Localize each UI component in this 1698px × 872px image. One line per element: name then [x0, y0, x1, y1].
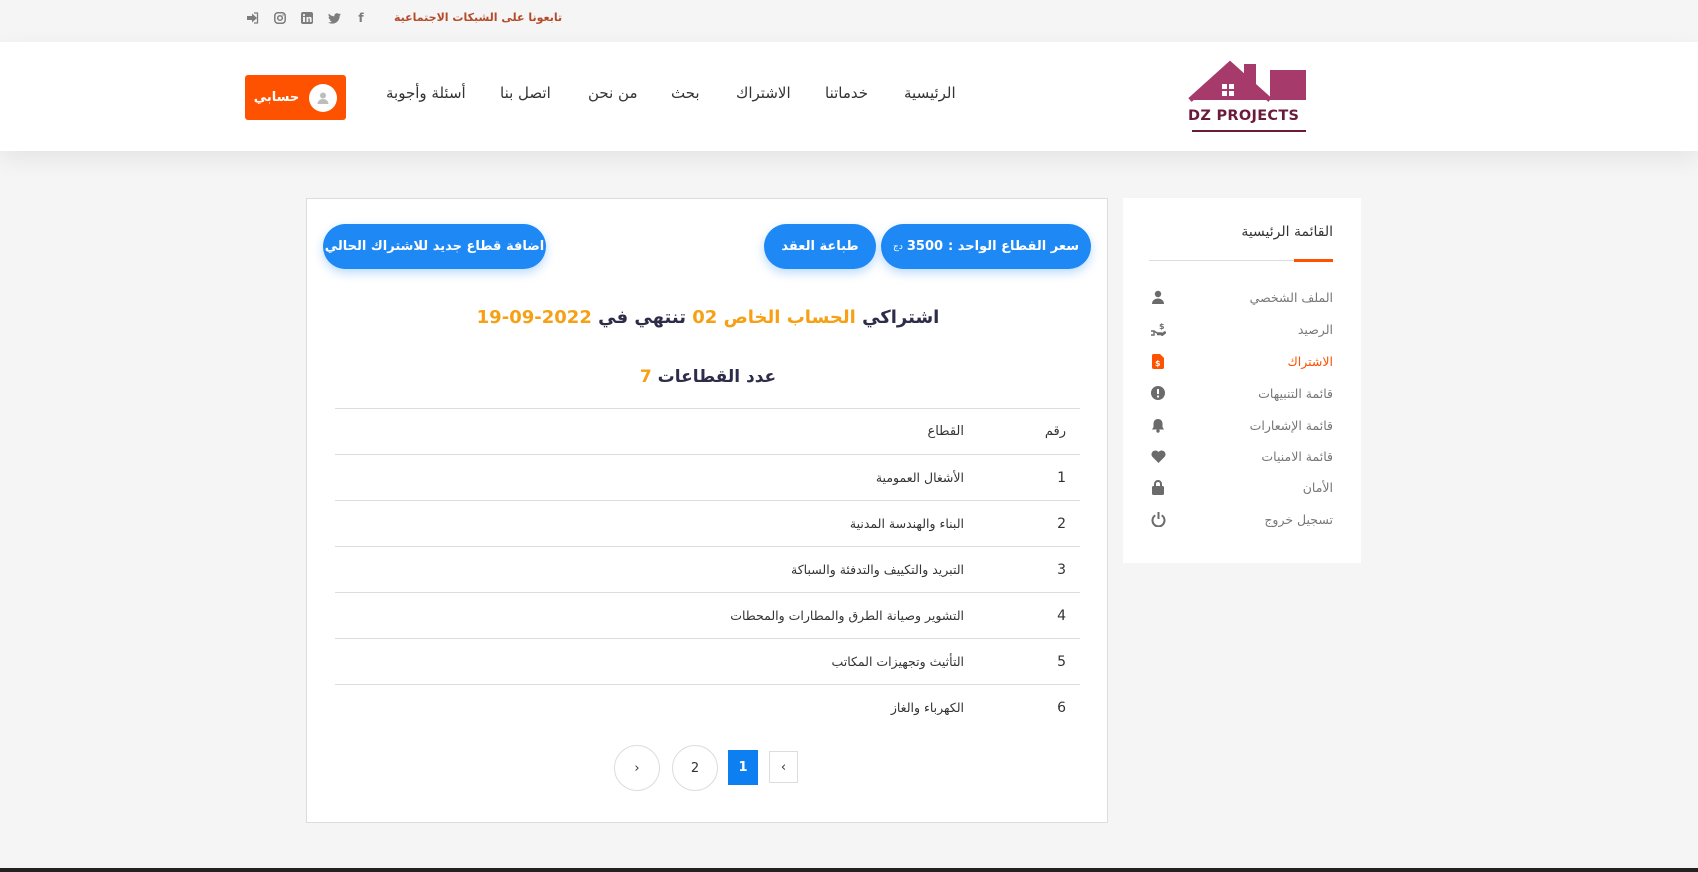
- sectors-count-value: 7: [639, 367, 652, 387]
- sidebar-title: القائمة الرئيسية: [1241, 224, 1333, 240]
- svg-text:$: $: [1159, 322, 1165, 331]
- headline-expiry-date: 2022-09-19: [476, 307, 592, 328]
- svg-text:$: $: [1155, 359, 1161, 368]
- sidebar-item-profile[interactable]: الملف الشخصي: [1149, 287, 1333, 307]
- sign-in-icon[interactable]: [244, 10, 260, 26]
- table-header-row: رقم القطاع: [335, 408, 1080, 454]
- sidebar-item-wishlist[interactable]: قائمة الامنيات: [1149, 446, 1333, 466]
- add-sector-button[interactable]: اضافة قطاع جديد للاشتراك الحالي: [323, 224, 546, 269]
- linkedin-icon[interactable]: [299, 10, 315, 26]
- sidebar-item-label: تسجيل خروج: [1264, 511, 1333, 527]
- sidebar-item-label: قائمة التنبيهات: [1258, 385, 1333, 401]
- nav-contact[interactable]: اتصل بنا: [500, 84, 551, 102]
- footer-strip: [0, 868, 1698, 872]
- sector-price-button[interactable]: سعر القطاع الواحد : 3500 دج: [881, 224, 1091, 269]
- invoice-icon: $: [1149, 352, 1167, 370]
- headline-account: الحساب الخاص: [723, 307, 856, 328]
- user-icon: [1149, 288, 1167, 306]
- sidebar-item-label: الملف الشخصي: [1249, 289, 1333, 305]
- table-row: 3 التبريد والتكييف والتدفئة والسباكة: [335, 546, 1080, 592]
- instagram-icon[interactable]: [272, 10, 288, 26]
- row-sector: التبريد والتكييف والتدفئة والسباكة: [791, 562, 964, 577]
- headline-expiry-label: تنتهي في: [598, 307, 686, 328]
- sector-price-value: 3500: [906, 239, 944, 254]
- bell-icon: [1149, 416, 1167, 434]
- nav-about[interactable]: من نحن: [588, 84, 638, 102]
- power-icon: [1149, 510, 1167, 528]
- row-num: 2: [1057, 515, 1066, 532]
- sidebar-item-balance[interactable]: $ الرصيد: [1149, 319, 1333, 339]
- top-bar: تابعونا على الشبكات الاجتماعية f: [0, 0, 1698, 42]
- table-row: 4 التشوير وصيانة الطرق والمطارات والمحطا…: [335, 592, 1080, 638]
- print-contract-button[interactable]: طباعة العقد: [764, 224, 876, 269]
- sidebar-item-label: قائمة الامنيات: [1261, 448, 1333, 464]
- header-sector: القطاع: [927, 424, 964, 439]
- row-num: 1: [1057, 469, 1066, 486]
- sectors-table: رقم القطاع 1 الأشغال العمومية 2 البناء و…: [335, 408, 1080, 730]
- sidebar-item-label: قائمة الإشعارات: [1249, 417, 1333, 433]
- alert-icon: [1149, 384, 1167, 402]
- sidebar-title-accent: [1294, 259, 1333, 262]
- sector-price-label: سعر القطاع الواحد :: [948, 239, 1079, 254]
- logo-house-icon[interactable]: [1186, 56, 1308, 136]
- table-row: 1 الأشغال العمومية: [335, 454, 1080, 500]
- header-num: رقم: [1044, 424, 1066, 439]
- pagination-page-2[interactable]: 2: [672, 745, 718, 791]
- sidebar-item-label: الاشتراك: [1287, 353, 1333, 369]
- pagination-next[interactable]: ›: [614, 745, 660, 791]
- sidebar-item-alerts[interactable]: قائمة التنبيهات: [1149, 383, 1333, 403]
- sidebar-item-security[interactable]: الأمان: [1149, 477, 1333, 497]
- pagination-page-1[interactable]: 1: [728, 750, 758, 785]
- subscription-panel: سعر القطاع الواحد : 3500 دج طباعة العقد …: [306, 198, 1108, 823]
- sectors-count: عدد القطاعات 7: [307, 367, 1109, 387]
- row-num: 6: [1057, 699, 1066, 716]
- sidebar-item-label: الرصيد: [1297, 321, 1333, 337]
- user-avatar-icon: [309, 83, 338, 112]
- table-row: 6 الكهرباء والغاز: [335, 684, 1080, 730]
- row-sector: التشوير وصيانة الطرق والمطارات والمحطات: [730, 608, 964, 623]
- row-num: 5: [1057, 653, 1066, 670]
- sector-price-unit: دج: [893, 241, 903, 252]
- facebook-icon[interactable]: f: [353, 10, 369, 26]
- sidebar-item-label: الأمان: [1302, 479, 1333, 495]
- row-sector: الكهرباء والغاز: [890, 700, 964, 715]
- row-sector: التأثيث وتجهيزات المكاتب: [831, 654, 964, 669]
- twitter-icon[interactable]: [326, 10, 342, 26]
- nav-faq[interactable]: أسئلة وأجوبة: [386, 84, 466, 102]
- pagination-prev[interactable]: ‹: [769, 751, 798, 783]
- row-num: 3: [1057, 561, 1066, 578]
- sidebar-item-notifications[interactable]: قائمة الإشعارات: [1149, 415, 1333, 435]
- sidebar-menu: القائمة الرئيسية الملف الشخصي $ الرصيد $…: [1123, 198, 1361, 563]
- headline-prefix: اشتراكي: [862, 307, 940, 328]
- row-sector: البناء والهندسة المدنية: [849, 516, 964, 531]
- table-row: 2 البناء والهندسة المدنية: [335, 500, 1080, 546]
- my-account-button[interactable]: حسابي: [245, 75, 346, 120]
- sidebar-item-subscription[interactable]: $ الاشتراك: [1149, 351, 1333, 371]
- logo-text[interactable]: DZ PROJECTS: [1188, 108, 1299, 124]
- site-header: DZ PROJECTS الرئيسية خدماتنا الاشتراك بح…: [0, 42, 1698, 151]
- nav-services[interactable]: خدماتنا: [825, 84, 868, 102]
- subscription-headline: اشتراكي الحساب الخاص 02 تنتهي في 2022-09…: [307, 307, 1109, 328]
- headline-account-number: 02: [692, 307, 718, 328]
- nav-subscription[interactable]: الاشتراك: [736, 84, 791, 102]
- sectors-count-label: عدد القطاعات: [657, 367, 777, 387]
- table-row: 5 التأثيث وتجهيزات المكاتب: [335, 638, 1080, 684]
- row-num: 4: [1057, 607, 1066, 624]
- lock-icon: [1149, 478, 1167, 496]
- my-account-label: حسابي: [253, 90, 300, 105]
- nav-home[interactable]: الرئيسية: [904, 84, 956, 102]
- follow-us-text: تابعونا على الشبكات الاجتماعية: [394, 11, 563, 24]
- row-sector: الأشغال العمومية: [875, 470, 964, 485]
- sidebar-item-logout[interactable]: تسجيل خروج: [1149, 509, 1333, 529]
- heart-icon: [1149, 447, 1167, 465]
- hand-money-icon: $: [1149, 320, 1167, 338]
- nav-search[interactable]: بحث: [671, 84, 700, 102]
